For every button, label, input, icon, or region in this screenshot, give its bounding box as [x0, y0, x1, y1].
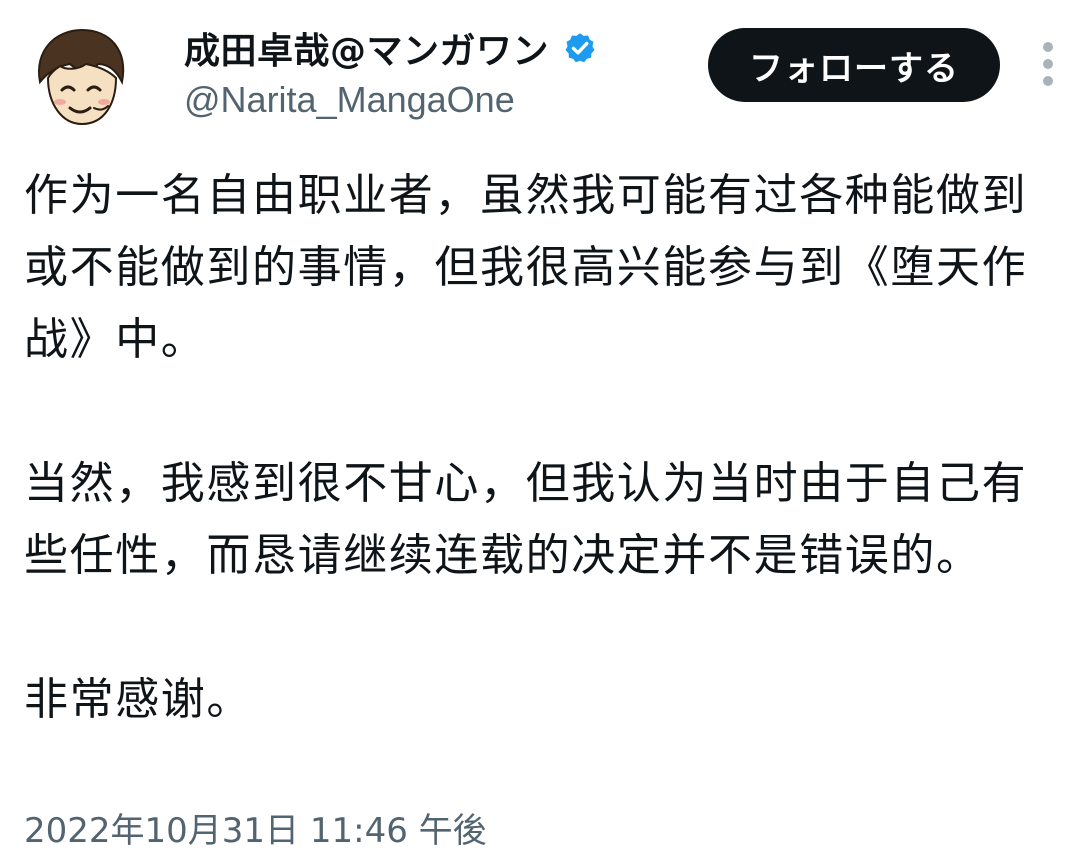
more-dot [1043, 59, 1053, 69]
more-dot [1043, 42, 1053, 52]
tweet-paragraph: 当然，我感到很不甘心，但我认为当时由于自己有些任性，而恳请继续连载的决定并不是错… [24, 458, 1028, 581]
tweet-paragraph: 非常感谢。 [24, 674, 252, 725]
user-handle[interactable]: @Narita_MangaOne [184, 78, 515, 122]
display-name-text[interactable]: 成田卓哉@マンガワン [184, 22, 549, 74]
follow-button[interactable]: フォローする [708, 28, 1000, 102]
verified-badge-icon [565, 33, 595, 63]
cartoon-avatar-icon [22, 20, 138, 136]
more-dot [1043, 76, 1053, 86]
more-options-vertical-icon[interactable] [1032, 36, 1064, 92]
avatar[interactable] [22, 20, 138, 136]
tweet-timestamp[interactable]: 2022年10月31日 11:46 午後 [24, 806, 487, 856]
tweet-paragraph: 作为一名自由职业者，虽然我可能有过各种能做到或不能做到的事情，但我很高兴能参与到… [24, 170, 1028, 365]
display-name[interactable]: 成田卓哉@マンガワン [184, 22, 597, 74]
tweet-text: 作为一名自由职业者，虽然我可能有过各种能做到或不能做到的事情，但我很高兴能参与到… [24, 160, 1064, 736]
